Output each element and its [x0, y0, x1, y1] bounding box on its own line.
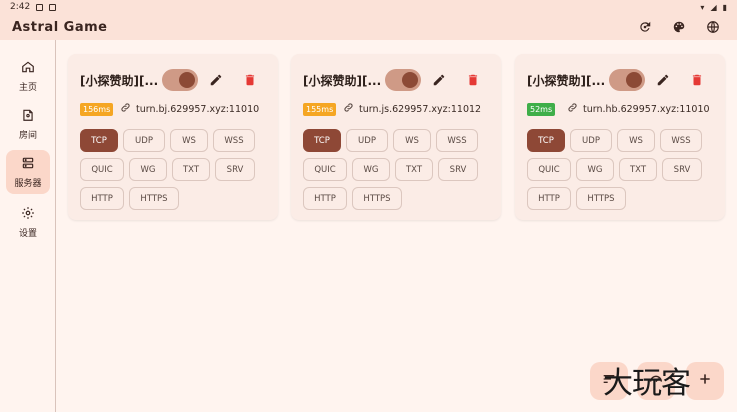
link-icon [120, 102, 131, 116]
server-address: turn.bj.629957.xyz:11010 [136, 103, 260, 115]
server-address-row: turn.hb.629957.xyz:11010 [567, 102, 710, 116]
edit-icon[interactable] [209, 72, 225, 88]
server-enable-toggle[interactable] [162, 69, 198, 91]
rail-item-home[interactable]: 主页 [6, 54, 50, 98]
protocol-chip-tcp[interactable]: TCP [527, 129, 565, 152]
protocol-chip-srv[interactable]: SRV [438, 158, 478, 181]
protocol-chip-quic[interactable]: QUIC [527, 158, 571, 181]
protocol-chip-wg[interactable]: WG [576, 158, 614, 181]
protocol-chip-quic[interactable]: QUIC [80, 158, 124, 181]
toggle-knob [402, 72, 418, 88]
rail-item-settings[interactable]: 设置 [6, 200, 50, 244]
server-enable-toggle[interactable] [609, 69, 645, 91]
protocol-chip-tcp[interactable]: TCP [303, 129, 341, 152]
protocol-chip-srv[interactable]: SRV [215, 158, 255, 181]
link-icon [567, 102, 578, 116]
toggle-knob [626, 72, 642, 88]
room-icon [21, 108, 35, 125]
speed-icon [648, 371, 664, 391]
protocol-chip-wss[interactable]: WSS [436, 129, 478, 152]
server-name: [小探赞助][... [303, 74, 382, 88]
protocol-chip-ws[interactable]: WS [393, 129, 431, 152]
protocol-chip-https[interactable]: HTTPS [576, 187, 626, 210]
sort-button[interactable] [590, 362, 628, 400]
delete-icon[interactable] [243, 72, 259, 88]
protocol-chip-https[interactable]: HTTPS [129, 187, 179, 210]
server-card: [小探赞助][... 52ms turn.hb.629957.xyz:11010… [515, 54, 725, 220]
protocol-chip-group: TCP UDP WS WSS QUIC WG TXT SRV HTTP HTTP… [303, 129, 493, 210]
navigation-rail: 主页 房间 服务器 设置 [0, 40, 56, 412]
link-icon [343, 102, 354, 116]
protocol-chip-tcp[interactable]: TCP [80, 129, 118, 152]
server-enable-toggle[interactable] [385, 69, 421, 91]
gear-icon [21, 206, 35, 223]
rail-label-server: 服务器 [14, 178, 42, 189]
status-time: 2:42 [10, 2, 31, 12]
protocol-chip-http[interactable]: HTTP [303, 187, 347, 210]
home-icon [21, 60, 35, 77]
server-address-row: turn.bj.629957.xyz:11010 [120, 102, 259, 116]
delete-icon[interactable] [466, 72, 482, 88]
protocol-chip-txt[interactable]: TXT [395, 158, 433, 181]
app-bar: Astral Game [0, 14, 737, 40]
wifi-icon: ▾ [700, 2, 705, 12]
protocol-chip-udp[interactable]: UDP [123, 129, 165, 152]
server-icon [21, 156, 35, 173]
edit-icon[interactable] [432, 72, 448, 88]
latency-badge: 156ms [80, 103, 114, 116]
protocol-chip-txt[interactable]: TXT [172, 158, 210, 181]
notification-icon [49, 3, 57, 11]
protocol-chip-srv[interactable]: SRV [662, 158, 702, 181]
protocol-chip-wg[interactable]: WG [352, 158, 390, 181]
protocol-chip-wss[interactable]: WSS [660, 129, 702, 152]
protocol-chip-udp[interactable]: UDP [346, 129, 388, 152]
server-address: turn.js.629957.xyz:11012 [359, 103, 482, 115]
protocol-chip-group: TCP UDP WS WSS QUIC WG TXT SRV HTTP HTTP… [527, 129, 717, 210]
protocol-chip-group: TCP UDP WS WSS QUIC WG TXT SRV HTTP HTTP… [80, 129, 270, 210]
latency-badge: 52ms [527, 103, 556, 116]
status-bar: 2:42 ▾ ◢ ▮ [0, 0, 737, 14]
refresh-icon[interactable] [637, 19, 653, 35]
battery-icon: ▮ [722, 2, 727, 12]
protocol-chip-wg[interactable]: WG [129, 158, 167, 181]
protocol-chip-wss[interactable]: WSS [213, 129, 255, 152]
speed-test-button[interactable] [637, 362, 675, 400]
protocol-chip-udp[interactable]: UDP [570, 129, 612, 152]
rail-label-room: 房间 [18, 130, 37, 141]
server-card: [小探赞助][... 156ms turn.bj.629957.xyz:1101… [68, 54, 278, 220]
globe-icon[interactable] [705, 19, 721, 35]
rail-item-room[interactable]: 房间 [6, 102, 50, 146]
rail-label-settings: 设置 [18, 228, 37, 239]
add-server-button[interactable] [686, 362, 724, 400]
protocol-chip-quic[interactable]: QUIC [303, 158, 347, 181]
app-title: Astral Game [12, 19, 108, 35]
server-name: [小探赞助][... [80, 74, 159, 88]
server-card: [小探赞助][... 155ms turn.js.629957.xyz:1101… [291, 54, 501, 220]
toggle-knob [179, 72, 195, 88]
rail-label-home: 主页 [18, 82, 37, 93]
sort-icon [601, 371, 617, 391]
edit-icon[interactable] [656, 72, 672, 88]
palette-icon[interactable] [671, 19, 687, 35]
server-address: turn.hb.629957.xyz:11010 [583, 103, 710, 115]
delete-icon[interactable] [690, 72, 706, 88]
latency-badge: 155ms [303, 103, 337, 116]
notification-icon [36, 3, 44, 11]
protocol-chip-http[interactable]: HTTP [80, 187, 124, 210]
protocol-chip-ws[interactable]: WS [617, 129, 655, 152]
server-address-row: turn.js.629957.xyz:11012 [343, 102, 481, 116]
protocol-chip-ws[interactable]: WS [170, 129, 208, 152]
signal-icon: ◢ [710, 2, 717, 12]
server-name: [小探赞助][... [527, 74, 606, 88]
protocol-chip-txt[interactable]: TXT [619, 158, 657, 181]
protocol-chip-http[interactable]: HTTP [527, 187, 571, 210]
protocol-chip-https[interactable]: HTTPS [352, 187, 402, 210]
add-icon [697, 371, 713, 391]
rail-item-server[interactable]: 服务器 [6, 150, 50, 194]
